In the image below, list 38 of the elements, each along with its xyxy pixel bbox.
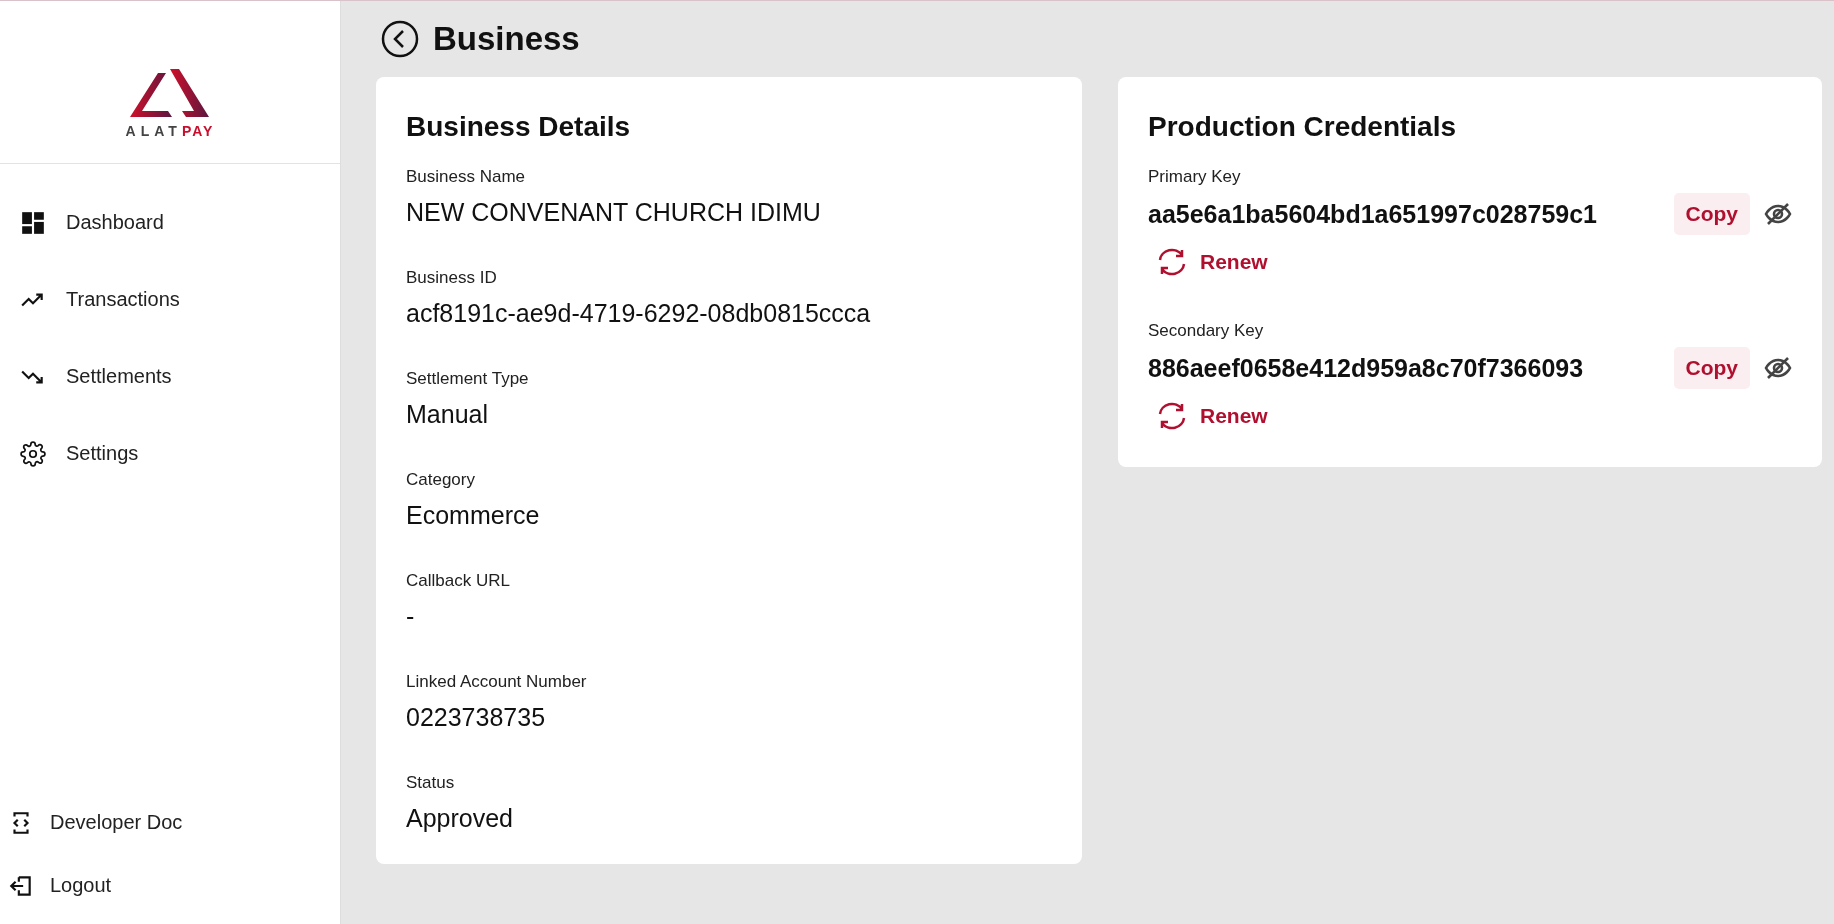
field-value: NEW CONVENANT CHURCH IDIMU [406,197,822,228]
field-label: Business ID [406,268,498,288]
back-button[interactable] [381,20,419,58]
sidebar-item[interactable]: Developer Doc [8,806,340,839]
field-value: - [406,601,416,632]
renew-button[interactable]: Renew [1148,241,1274,283]
key-value: 886aeef0658e412d959a8c70f7366093 [1148,353,1585,383]
field-label: Callback URL [406,571,511,591]
sidebar-item[interactable]: Logout [8,869,340,902]
field-value: Manual [406,399,489,430]
field-value: 0223738735 [406,702,547,733]
copy-button[interactable]: Copy [1673,347,1750,389]
sidebar-item[interactable]: Settlements [20,360,340,393]
logo-wordmark: ALAT PAY [125,123,215,139]
field-value: Ecommerce [406,500,541,531]
key-label: Primary Key [1148,167,1242,187]
renew-button[interactable]: Renew [1148,395,1274,437]
eye-off-icon [1764,202,1792,226]
logo-icon [128,69,212,119]
field-value: acf8191c-ae9d-4719-6292-08db0815ccca [406,298,872,329]
field-label: Settlement Type [406,369,530,389]
field-label: Category [406,470,476,490]
card-title: Production Credentials [1148,111,1458,143]
field-label: Linked Account Number [406,672,588,692]
dashboard-icon [20,209,46,236]
key-label: Secondary Key [1148,321,1265,341]
card-title: Business Details [406,111,632,143]
settings-icon [20,440,46,467]
field-value: Approved [406,803,515,834]
sidebar-item[interactable]: Settings [20,437,340,470]
eye-off-icon [1764,356,1792,380]
key-value: aa5e6a1ba5604bd1a651997c028759c1 [1148,199,1599,229]
page-title: Business [433,20,580,58]
copy-button[interactable]: Copy [1673,193,1750,235]
field-label: Status [406,773,456,793]
field-label: Business Name [406,167,527,187]
sidebar-item[interactable]: Transactions [20,283,340,316]
sidebar-item[interactable]: Dashboard [20,206,340,239]
